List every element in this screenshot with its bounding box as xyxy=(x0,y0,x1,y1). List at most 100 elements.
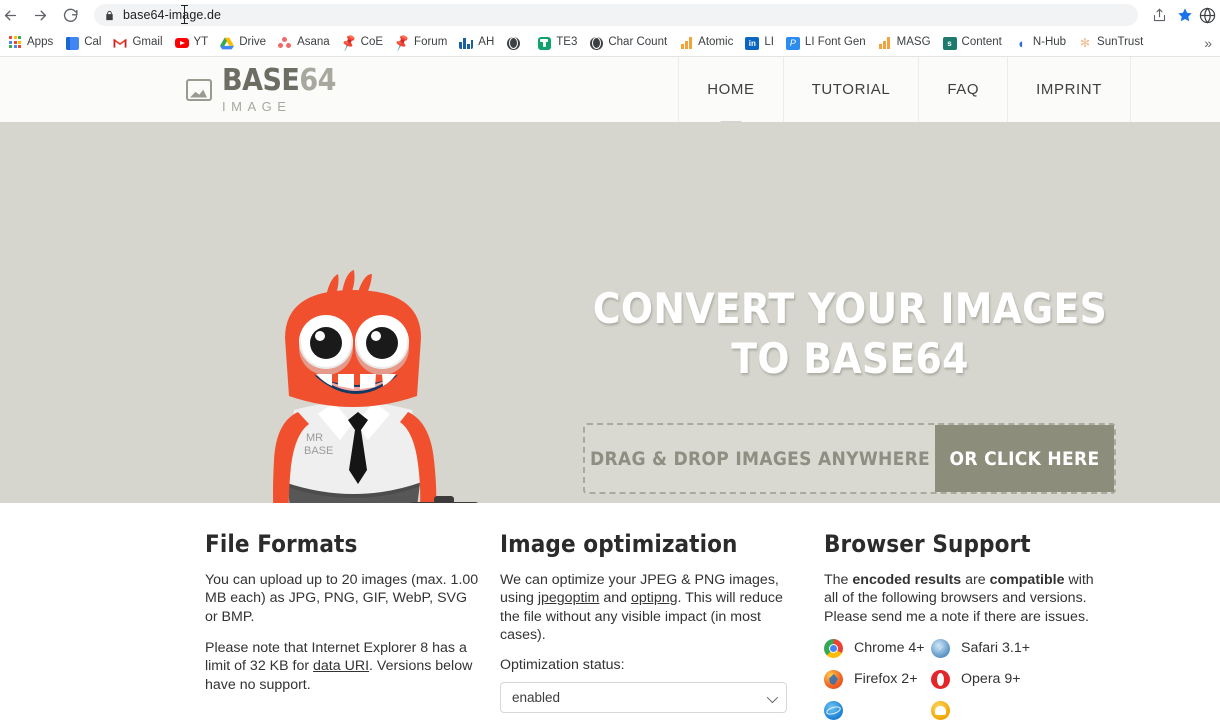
bookmark-drive[interactable]: Drive xyxy=(214,34,272,52)
bookmark-masg[interactable]: MASG xyxy=(872,35,937,51)
browser-support-item: Firefox 2+ xyxy=(824,669,931,689)
browser-support-list: Chrome 4+ Safari 3.1+ Firefox 2+ Opera 9… xyxy=(824,638,1098,720)
browser-support-item: Chrome 4+ xyxy=(824,638,931,658)
browser-support-item: Safari 3.1+ xyxy=(931,638,1098,658)
share-icon[interactable] xyxy=(1146,2,1172,28)
bookmark-label: Asana xyxy=(297,36,330,49)
image-optimization-title: Image optimization xyxy=(500,530,738,558)
optimization-status-label: Optimization status: xyxy=(500,657,625,674)
bookmark-asana[interactable]: Asana xyxy=(272,35,336,51)
star-filled-icon[interactable] xyxy=(1172,2,1198,28)
bars-orange-icon xyxy=(878,37,892,49)
bookmark-te3[interactable]: TE3 xyxy=(531,34,583,52)
file-formats-title: File Formats xyxy=(205,530,358,558)
bookmark-suntrust[interactable]: ✻ SunTrust xyxy=(1072,34,1149,52)
nav-item-home[interactable]: HOME xyxy=(678,57,782,122)
image-dropzone[interactable]: DRAG & DROP IMAGES ANYWHERE OR CLICK HER… xyxy=(583,423,1116,494)
hero-section: MR BASE CONVERT YOUR IMAGES TO BASE64 DR… xyxy=(0,122,1220,503)
bookmark-label: LI xyxy=(764,36,774,49)
logo-text: BASE64 IMAGE xyxy=(222,63,336,114)
nav-spacer xyxy=(1130,57,1220,122)
bookmark-n-hub[interactable]: ◖ N-Hub xyxy=(1008,34,1072,52)
hero-headline-line1: CONVERT YOUR IMAGES xyxy=(592,284,1108,333)
bookmark-label: LI Font Gen xyxy=(804,36,866,49)
linkedin-icon: in xyxy=(745,36,760,50)
gmail-icon xyxy=(113,36,128,50)
apps-grid-icon xyxy=(8,36,22,50)
bookmark-globe-unlabeled[interactable] xyxy=(500,34,531,52)
nav-item-tutorial[interactable]: TUTORIAL xyxy=(782,57,919,122)
or-click-here-button[interactable]: OR CLICK HERE xyxy=(935,425,1114,492)
bookmark-gmail[interactable]: Gmail xyxy=(107,34,168,52)
globe-icon xyxy=(506,36,520,50)
bookmark-yt[interactable]: YT xyxy=(169,34,215,52)
chrome-icon xyxy=(824,638,843,658)
bookmark-coe[interactable]: 📌 CoE xyxy=(336,34,389,52)
android-icon xyxy=(931,700,950,720)
browser-toolbar: base64-image.de xyxy=(0,0,1220,30)
firefox-icon xyxy=(824,669,843,689)
bookmark-char-count[interactable]: Char Count xyxy=(583,34,673,52)
browser-support-label: Safari 3.1+ xyxy=(961,640,1031,657)
bs-text-b: are xyxy=(961,572,990,588)
toolbar-actions xyxy=(1146,2,1216,28)
file-formats-paragraph-2: Please note that Internet Explorer 8 has… xyxy=(205,639,482,694)
data-uri-link[interactable]: data URI xyxy=(313,658,369,674)
pushpin-icon: 📌 xyxy=(339,34,358,52)
bookmark-label: MASG xyxy=(896,36,931,49)
logo-wordmark: BASE64 xyxy=(222,63,336,98)
nav-item-imprint[interactable]: IMPRINT xyxy=(1007,57,1130,122)
svg-text:BASE: BASE xyxy=(304,445,333,457)
pushpin-icon: 📌 xyxy=(393,34,412,52)
bookmarks-overflow-button[interactable]: » xyxy=(1198,35,1218,51)
bookmark-label: Forum xyxy=(414,36,448,49)
info-card: File Formats You can upload up to 20 ima… xyxy=(188,508,1131,720)
tree-green-icon xyxy=(537,36,551,50)
suntrust-icon: ✻ xyxy=(1080,36,1091,50)
back-arrow-icon[interactable] xyxy=(0,1,24,29)
browser-support-item xyxy=(824,700,931,720)
bookmark-li[interactable]: in LI xyxy=(739,35,780,52)
image-optimization-paragraph: We can optimize your JPEG & PNG images, … xyxy=(500,571,798,644)
reload-icon[interactable] xyxy=(56,1,84,29)
forward-arrow-icon[interactable] xyxy=(26,1,54,29)
sharepoint-icon: s xyxy=(942,36,957,50)
optimization-status-select[interactable]: enabled xyxy=(500,682,787,714)
bookmark-li-font-gen[interactable]: P LI Font Gen xyxy=(780,35,872,52)
bookmark-label: Apps xyxy=(27,36,54,49)
bookmark-atomic[interactable]: Atomic xyxy=(673,35,739,51)
logo-number-text: 64 xyxy=(299,63,336,98)
mascot-illustration: MR BASE xyxy=(258,270,508,503)
bookmark-apps[interactable]: Apps xyxy=(2,34,59,52)
calendar-icon xyxy=(65,36,79,50)
browser-support-title: Browser Support xyxy=(824,530,1031,558)
bookmark-label: SunTrust xyxy=(1097,36,1144,49)
text-cursor-icon xyxy=(181,5,188,24)
opera-icon xyxy=(931,669,950,689)
internet-explorer-icon xyxy=(824,700,843,720)
bookmark-label: N-Hub xyxy=(1032,36,1067,49)
optipng-link[interactable]: optipng xyxy=(631,590,678,606)
dropzone-label: DRAG & DROP IMAGES ANYWHERE xyxy=(589,447,931,470)
file-formats-column: File Formats You can upload up to 20 ima… xyxy=(188,530,500,720)
bookmark-cal[interactable]: Cal xyxy=(59,34,107,52)
font-gen-icon: P xyxy=(785,36,800,50)
address-bar[interactable]: base64-image.de xyxy=(94,4,1138,26)
chevron-down-icon xyxy=(766,691,779,703)
profile-icon[interactable] xyxy=(1198,2,1216,28)
optimization-status-value: enabled xyxy=(512,690,561,706)
site-header: BASE64 IMAGE HOME TUTORIAL FAQ IMPRINT xyxy=(0,57,1220,122)
bookmark-content[interactable]: s Content xyxy=(937,35,1008,52)
site-logo[interactable]: BASE64 IMAGE xyxy=(186,57,336,122)
bookmark-ah[interactable]: AH xyxy=(453,35,500,51)
svg-text:MR: MR xyxy=(306,432,323,444)
bookmark-label: YT xyxy=(193,36,209,49)
bookmark-forum[interactable]: 📌 Forum xyxy=(389,34,453,52)
browser-support-label: Chrome 4+ xyxy=(854,640,925,657)
jpegoptim-link[interactable]: jpegoptim xyxy=(538,590,600,606)
hero-headline: CONVERT YOUR IMAGES TO BASE64 xyxy=(580,284,1120,384)
nav-item-faq[interactable]: FAQ xyxy=(918,57,1007,122)
bs-bold-1: encoded results xyxy=(852,572,962,588)
browser-support-item: Opera 9+ xyxy=(931,669,1098,689)
file-formats-paragraph-1: You can upload up to 20 images (max. 1.0… xyxy=(205,572,479,625)
